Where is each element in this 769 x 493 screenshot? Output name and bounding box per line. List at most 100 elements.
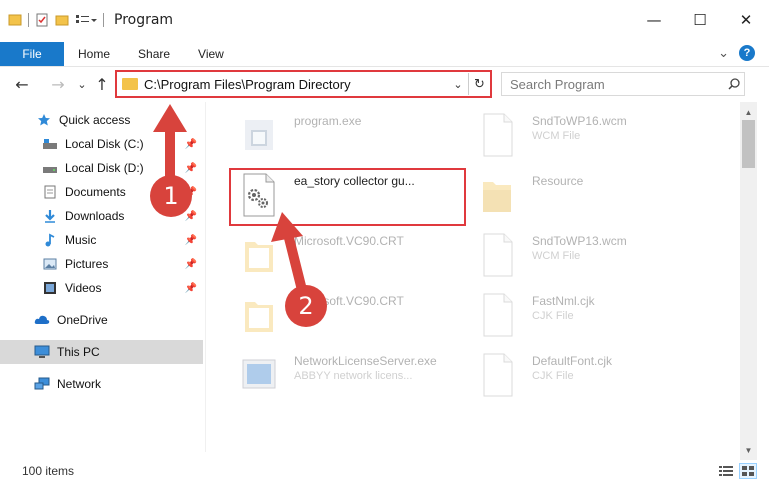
- new-folder-icon[interactable]: [55, 13, 69, 27]
- file-type: CJK File: [532, 370, 574, 382]
- search-input[interactable]: [502, 76, 724, 92]
- window-title: Program: [114, 12, 174, 28]
- callout-1: 1: [150, 175, 192, 217]
- sidebar-item-label: Quick access: [59, 113, 131, 127]
- sidebar-item-network[interactable]: Network: [0, 372, 203, 396]
- sidebar-item-label: Local Disk (C:): [65, 137, 144, 151]
- pin-icon[interactable]: 📌: [185, 211, 197, 222]
- refresh-button[interactable]: ↻: [468, 73, 490, 95]
- list-item[interactable]: Microsoft.VC90.CRT: [221, 286, 457, 344]
- sidebar-item-local-disk-c[interactable]: Local Disk (C:) 📌: [0, 132, 203, 156]
- sidebar-item-videos[interactable]: Videos 📌: [0, 276, 203, 300]
- scroll-up-icon[interactable]: ▲: [740, 104, 757, 120]
- drive-icon: [42, 160, 58, 176]
- scroll-thumb[interactable]: [742, 120, 755, 168]
- quick-access-toolbar: [0, 0, 97, 40]
- tab-share[interactable]: Share: [124, 42, 184, 66]
- computer-icon: [34, 344, 50, 360]
- search-icon[interactable]: [724, 78, 744, 90]
- help-icon[interactable]: ?: [739, 45, 755, 61]
- file-type: WCM File: [532, 250, 581, 262]
- separator: [28, 13, 29, 27]
- window-controls: — ☐ ✕: [631, 0, 769, 40]
- list-item[interactable]: DefaultFont.cjk CJK File: [459, 346, 695, 404]
- pane-divider: [205, 102, 206, 452]
- separator: [103, 13, 104, 27]
- ribbon-right-controls: ⌄ ?: [718, 45, 755, 61]
- sidebar-item-quick-access[interactable]: Quick access: [0, 108, 203, 132]
- file-name: NetworkLicenseServer.exe: [294, 354, 437, 368]
- highlight-box: [229, 168, 466, 226]
- file-name: DefaultFont.cjk: [532, 354, 613, 368]
- sidebar-item-label: Network: [57, 377, 102, 391]
- sidebar-item-this-pc[interactable]: This PC: [0, 340, 203, 364]
- address-row: ← → ⌄ ↑ C:\Program Files\Program Directo…: [0, 66, 769, 102]
- address-path[interactable]: C:\Program Files\Program Directory: [144, 77, 448, 92]
- folder-icon: [245, 302, 273, 332]
- downloads-icon: [42, 208, 58, 224]
- pin-icon[interactable]: 📌: [185, 235, 197, 246]
- folder-icon[interactable]: [8, 13, 22, 27]
- drive-icon: [42, 136, 58, 152]
- application-icon: [245, 120, 273, 150]
- list-item[interactable]: Resource: [459, 166, 695, 224]
- item-count: 100 items: [22, 464, 75, 478]
- expand-ribbon-icon[interactable]: ⌄: [718, 46, 729, 61]
- list-item[interactable]: Microsoft.VC90.CRT: [221, 226, 457, 284]
- pin-icon[interactable]: 📌: [185, 259, 197, 270]
- videos-icon: [42, 280, 58, 296]
- tab-home[interactable]: Home: [64, 42, 124, 66]
- file-type: WCM File: [532, 130, 581, 142]
- file-name: program.exe: [294, 114, 362, 128]
- file-list: program.exe ea_story collector gu... Mic…: [207, 102, 740, 452]
- document-icon: [483, 113, 513, 157]
- up-button[interactable]: ↑: [92, 74, 112, 94]
- file-name: Microsoft.VC90.CRT: [294, 234, 404, 248]
- close-button[interactable]: ✕: [723, 0, 769, 40]
- application-icon: [242, 359, 276, 389]
- maximize-button[interactable]: ☐: [677, 0, 723, 40]
- tab-file[interactable]: File: [0, 42, 64, 66]
- list-item[interactable]: NetworkLicenseServer.exe ABBYY network l…: [221, 346, 457, 404]
- navigation-pane: Quick access Local Disk (C:) 📌 Local Dis…: [0, 104, 205, 454]
- tab-view[interactable]: View: [184, 42, 238, 66]
- file-name: SndToWP16.wcm: [532, 114, 627, 128]
- minimize-button[interactable]: —: [631, 0, 677, 40]
- recent-locations-button[interactable]: ⌄: [72, 74, 92, 94]
- star-icon: [36, 112, 52, 128]
- sidebar-item-pictures[interactable]: Pictures 📌: [0, 252, 203, 276]
- forward-button[interactable]: →: [48, 74, 68, 94]
- folder-icon: [122, 78, 138, 90]
- file-type: CJK File: [532, 310, 574, 322]
- file-type: ABBYY network licens...: [294, 370, 413, 382]
- list-item[interactable]: program.exe: [221, 106, 457, 164]
- pin-icon[interactable]: 📌: [185, 139, 197, 150]
- sidebar-item-label: Videos: [65, 281, 102, 295]
- search-box[interactable]: [501, 72, 745, 96]
- customize-toolbar-icon[interactable]: [75, 13, 97, 27]
- file-name: FastNml.cjk: [532, 294, 595, 308]
- back-button[interactable]: ←: [12, 74, 32, 94]
- scroll-down-icon[interactable]: ▼: [740, 442, 757, 458]
- address-bar[interactable]: C:\Program Files\Program Directory ⌄ ↻: [115, 70, 492, 98]
- list-item[interactable]: SndToWP16.wcm WCM File: [459, 106, 695, 164]
- list-item[interactable]: FastNml.cjk CJK File: [459, 286, 695, 344]
- file-name: SndToWP13.wcm: [532, 234, 627, 248]
- list-item[interactable]: SndToWP13.wcm WCM File: [459, 226, 695, 284]
- properties-icon[interactable]: [35, 13, 49, 27]
- sidebar-item-music[interactable]: Music 📌: [0, 228, 203, 252]
- vertical-scrollbar[interactable]: ▲ ▼: [740, 102, 757, 460]
- address-dropdown-icon[interactable]: ⌄: [448, 78, 468, 91]
- sidebar-item-onedrive[interactable]: OneDrive: [0, 308, 203, 332]
- network-icon: [34, 376, 50, 392]
- view-switcher: [717, 463, 757, 479]
- pictures-icon: [42, 256, 58, 272]
- sidebar-item-label: OneDrive: [57, 313, 108, 327]
- pin-icon[interactable]: 📌: [185, 163, 197, 174]
- cloud-icon: [34, 312, 50, 328]
- details-view-icon[interactable]: [717, 463, 735, 479]
- sidebar-item-label: Documents: [65, 185, 126, 199]
- music-icon: [42, 232, 58, 248]
- pin-icon[interactable]: 📌: [185, 283, 197, 294]
- tiles-view-icon[interactable]: [739, 463, 757, 479]
